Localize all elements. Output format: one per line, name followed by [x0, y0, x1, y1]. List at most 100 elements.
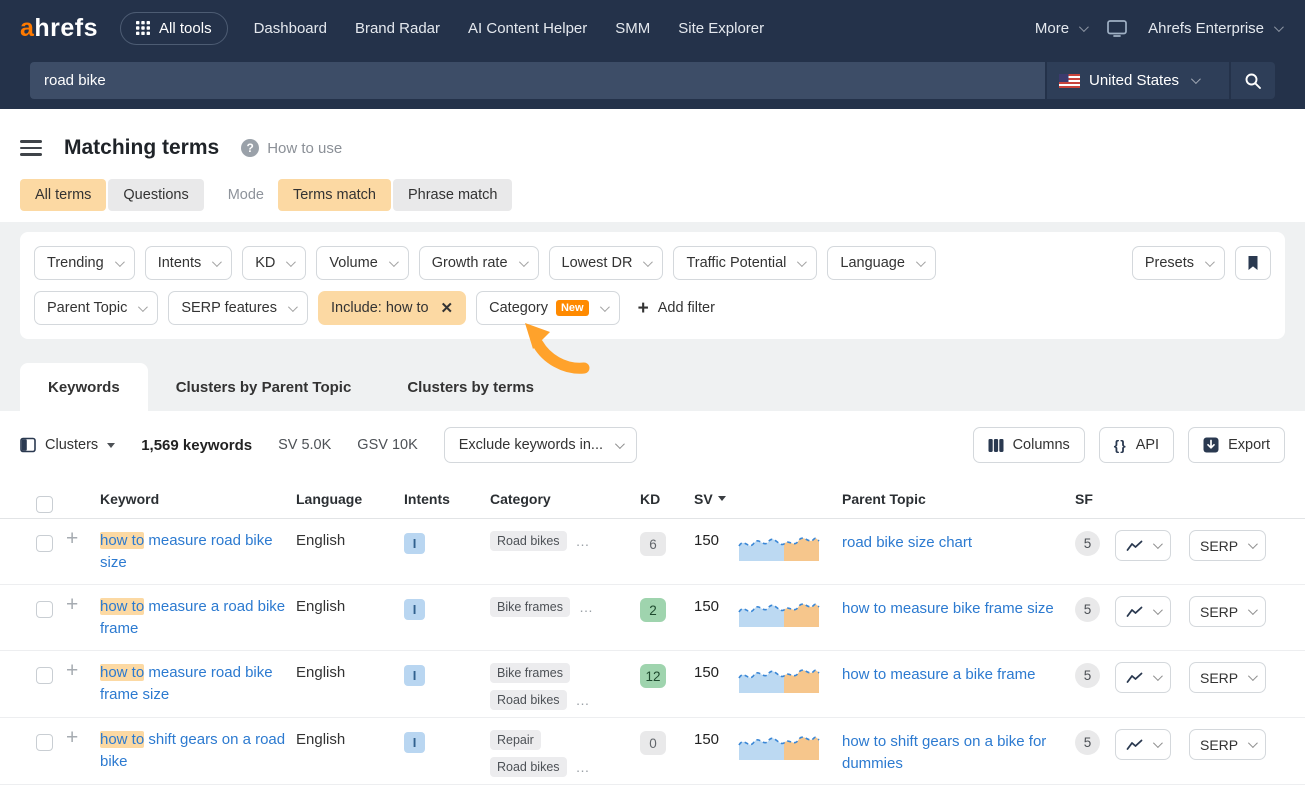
serp-features-count: 5 [1075, 597, 1100, 622]
workspace-switcher[interactable]: Ahrefs Enterprise [1148, 20, 1281, 37]
more-menu[interactable]: More [1035, 20, 1086, 37]
filter-kd[interactable]: KD [242, 246, 306, 280]
filter-growth-rate[interactable]: Growth rate [419, 246, 539, 280]
presets-button[interactable]: Presets [1132, 246, 1225, 280]
filter-volume[interactable]: Volume [316, 246, 408, 280]
row-checkbox[interactable] [36, 734, 53, 751]
remove-filter-icon[interactable]: ✕ [441, 299, 454, 317]
search-input[interactable] [30, 62, 1045, 99]
add-keyword-icon[interactable]: + [66, 528, 78, 549]
filter-trending[interactable]: Trending [34, 246, 135, 280]
filter-traffic-potential[interactable]: Traffic Potential [673, 246, 817, 280]
keyword-link[interactable]: how to measure road bike frame size [100, 664, 273, 703]
keyword-link[interactable]: how to measure a road bike frame [100, 598, 285, 637]
country-label: United States [1089, 72, 1179, 89]
exclude-keywords-select[interactable]: Exclude keywords in... [444, 427, 637, 463]
filter-parent-topic[interactable]: Parent Topic [34, 291, 158, 325]
col-header-parent-topic[interactable]: Parent Topic [842, 491, 1075, 507]
add-filter-button[interactable]: + Add filter [638, 299, 715, 318]
workspace-icon[interactable] [1106, 19, 1128, 37]
chevron-down-icon [1153, 605, 1163, 615]
how-to-use-link[interactable]: ? How to use [241, 139, 342, 157]
ahrefs-logo[interactable]: ahrefs [20, 14, 98, 43]
tab-keywords[interactable]: Keywords [20, 363, 148, 411]
columns-button[interactable]: Columns [973, 427, 1085, 463]
parent-topic-link[interactable]: how to measure a bike frame [842, 666, 1035, 683]
nav-item-dashboard[interactable]: Dashboard [254, 20, 327, 37]
trend-chart-button[interactable] [1115, 662, 1171, 693]
filter-category[interactable]: Category New [476, 291, 619, 325]
country-selector[interactable]: United States [1047, 62, 1229, 99]
page-title: Matching terms [64, 136, 219, 160]
col-header-kd[interactable]: KD [640, 491, 694, 507]
chevron-down-icon [1248, 539, 1258, 549]
new-badge: New [556, 300, 589, 316]
filter-serp-features[interactable]: SERP features [168, 291, 308, 325]
add-keyword-icon[interactable]: + [66, 594, 78, 615]
save-preset-button[interactable] [1235, 246, 1271, 280]
keyword-highlight: how to [100, 598, 144, 615]
filter-language[interactable]: Language [827, 246, 936, 280]
col-header-category[interactable]: Category [490, 491, 640, 507]
add-keyword-icon[interactable]: + [66, 727, 78, 748]
category-more-ellipsis[interactable]: … [579, 599, 594, 615]
all-terms-tab[interactable]: All terms [20, 179, 106, 211]
nav-item-ai-content-helper[interactable]: AI Content Helper [468, 20, 587, 37]
serp-button[interactable]: SERP [1189, 530, 1266, 561]
parent-topic-link[interactable]: road bike size chart [842, 534, 972, 551]
all-tools-button[interactable]: All tools [120, 12, 228, 45]
chevron-down-icon [600, 302, 610, 312]
col-header-keyword[interactable]: Keyword [100, 491, 296, 507]
keyword-link[interactable]: how to shift gears on a road bike [100, 731, 285, 770]
serp-button[interactable]: SERP [1189, 729, 1266, 760]
serp-button-label: SERP [1200, 737, 1238, 753]
category-more-ellipsis[interactable]: … [576, 759, 591, 775]
parent-topic-link[interactable]: how to measure bike frame size [842, 600, 1054, 617]
chevron-down-icon [1248, 738, 1258, 748]
trend-chart-button[interactable] [1115, 729, 1171, 760]
category-more-ellipsis[interactable]: … [576, 692, 591, 708]
language-value: English [296, 519, 404, 549]
keyword-highlight: how to [100, 664, 144, 681]
trend-chart-button[interactable] [1115, 530, 1171, 561]
serp-button-label: SERP [1200, 604, 1238, 620]
col-header-sv[interactable]: SV [694, 491, 738, 507]
col-header-intents[interactable]: Intents [404, 491, 490, 507]
chevron-down-icon [615, 439, 625, 449]
serp-button[interactable]: SERP [1189, 662, 1266, 693]
col-header-sf[interactable]: SF [1075, 491, 1115, 507]
active-include-filter[interactable]: Include: how to ✕ [318, 291, 466, 325]
menu-toggle-button[interactable] [20, 138, 42, 158]
kd-badge: 2 [640, 598, 666, 622]
nav-item-smm[interactable]: SMM [615, 20, 650, 37]
trend-sparkline [738, 661, 820, 695]
phrase-match-tab[interactable]: Phrase match [393, 179, 512, 211]
row-checkbox[interactable] [36, 667, 53, 684]
category-more-ellipsis[interactable]: … [576, 533, 591, 549]
nav-item-site-explorer[interactable]: Site Explorer [678, 20, 764, 37]
tab-clusters-by-parent-topic[interactable]: Clusters by Parent Topic [148, 363, 380, 411]
add-keyword-icon[interactable]: + [66, 660, 78, 681]
clusters-dropdown[interactable]: Clusters [20, 437, 115, 453]
row-checkbox[interactable] [36, 601, 53, 618]
filter-lowest-dr[interactable]: Lowest DR [549, 246, 664, 280]
row-checkbox[interactable] [36, 535, 53, 552]
export-button[interactable]: Export [1188, 427, 1285, 463]
filter-intents[interactable]: Intents [145, 246, 233, 280]
questions-tab[interactable]: Questions [108, 179, 203, 211]
trend-chart-button[interactable] [1115, 596, 1171, 627]
terms-match-tab[interactable]: Terms match [278, 179, 391, 211]
col-header-language[interactable]: Language [296, 491, 404, 507]
chevron-down-icon [1153, 539, 1163, 549]
select-all-checkbox[interactable] [36, 496, 53, 513]
serp-button[interactable]: SERP [1189, 596, 1266, 627]
search-submit-button[interactable] [1231, 62, 1275, 99]
parent-topic-link[interactable]: how to shift gears on a bike for dummies [842, 733, 1046, 772]
intent-badge: I [404, 665, 425, 686]
tab-clusters-by-terms[interactable]: Clusters by terms [379, 363, 562, 411]
keyword-link[interactable]: how to measure road bike size [100, 532, 273, 571]
trend-icon [1126, 672, 1143, 684]
category-badge: Road bikes [490, 531, 567, 551]
nav-item-brand-radar[interactable]: Brand Radar [355, 20, 440, 37]
api-button[interactable]: {} API [1099, 427, 1174, 463]
